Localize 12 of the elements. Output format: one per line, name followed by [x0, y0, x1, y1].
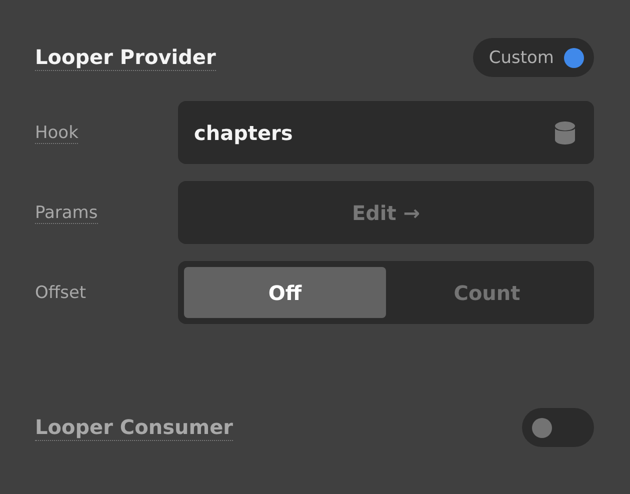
section-title: Looper Consumer: [35, 414, 233, 440]
section-title: Looper Provider: [35, 44, 216, 70]
edit-button[interactable]: Edit →: [178, 181, 594, 244]
field-label: Params: [35, 202, 98, 224]
hook-field[interactable]: chapters: [178, 101, 594, 164]
field-label: Hook: [35, 122, 78, 144]
toggle-switch[interactable]: [522, 408, 594, 447]
field-label: Offset: [35, 282, 86, 302]
database-icon: [554, 120, 576, 144]
segment-option[interactable]: Off: [184, 267, 386, 318]
field-value: chapters: [194, 120, 293, 144]
custom-toggle[interactable]: Custom: [472, 38, 594, 77]
